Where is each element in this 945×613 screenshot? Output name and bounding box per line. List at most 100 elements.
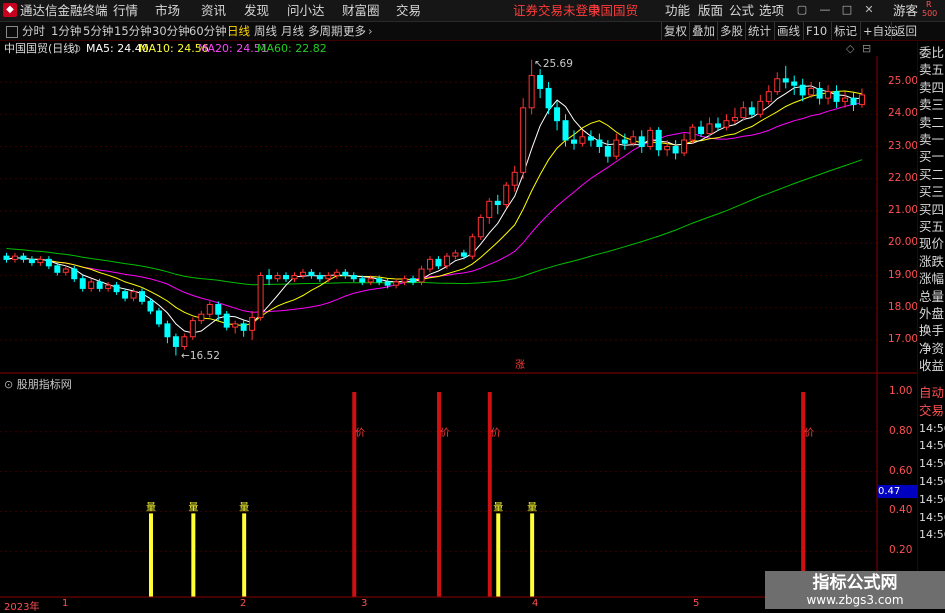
candle-down	[240, 323, 247, 331]
period-5min[interactable]: 5分钟	[83, 22, 113, 40]
quote-row-label[interactable]: 买三	[919, 183, 945, 200]
candle-down	[570, 139, 577, 144]
layout-icon[interactable]	[6, 26, 18, 38]
period-weekly[interactable]: 周线	[254, 22, 277, 40]
quote-row-label[interactable]: 买四	[919, 201, 945, 218]
menu-item-zixun[interactable]: 资讯	[201, 2, 226, 20]
tool-back[interactable]: 返回	[891, 22, 919, 40]
quote-row-label[interactable]: 委比	[919, 44, 945, 61]
menu-item-faxian[interactable]: 发现	[244, 2, 269, 20]
period-multi[interactable]: 多周期	[308, 22, 343, 40]
period-15min[interactable]: 15分钟	[114, 22, 152, 40]
quote-row-label[interactable]: 涨幅	[919, 270, 945, 287]
menu-item-caifuquan[interactable]: 财富圈	[342, 2, 380, 20]
candle-up	[664, 146, 671, 151]
minimize-icon[interactable]: —	[818, 3, 832, 17]
period-toolbar: 分时 1分钟 5分钟 15分钟 30分钟 60分钟 日线 周线 月线 多周期 更…	[0, 22, 945, 41]
tool-fuquan[interactable]: 复权	[661, 22, 689, 40]
indicator-axis-label: 0.80	[889, 424, 913, 437]
collapse-icon[interactable]: ⊟	[862, 42, 871, 56]
trade-time-label: 14:56	[919, 528, 945, 542]
candle-down	[122, 291, 129, 299]
period-1min[interactable]: 1分钟	[51, 22, 81, 40]
app-title: 通达信金融终端	[20, 3, 108, 18]
menu-item-gongneng[interactable]: 功能	[665, 2, 690, 20]
ma60-label: MA60: 22.82	[257, 42, 327, 55]
menu-item-wenxiaoda[interactable]: 问小达	[287, 2, 325, 20]
guest-user[interactable]: 游客	[893, 2, 918, 20]
quote-row-label[interactable]: 现价	[919, 235, 945, 252]
candle-up	[418, 268, 425, 283]
candle-up	[477, 216, 484, 238]
menu-item-xuanxiang[interactable]: 选项	[759, 2, 784, 20]
tool-biaoji[interactable]: 标记	[831, 22, 859, 40]
time-axis-month-4: 4	[532, 598, 539, 609]
candle-up	[274, 275, 281, 280]
more-chevron-icon[interactable]: ›	[368, 22, 373, 40]
indicator-title: 股朋指标网	[16, 378, 72, 391]
quote-row-label[interactable]: 净资	[919, 340, 945, 357]
menu-item-hangqing[interactable]: 行情	[113, 2, 138, 20]
tool-duogu[interactable]: 多股	[717, 22, 745, 40]
menu-item-banmian[interactable]: 版面	[698, 2, 723, 20]
candle-up	[579, 136, 586, 144]
quote-row-label[interactable]: 卖五	[919, 61, 945, 78]
candle-down	[172, 336, 179, 347]
window-menu-icon[interactable]: ▢	[795, 3, 809, 17]
candle-down	[155, 310, 162, 325]
quote-row-label[interactable]: 买二	[919, 166, 945, 183]
time-axis-month-5: 5	[693, 598, 700, 609]
quote-row-label[interactable]: 卖二	[919, 114, 945, 131]
candlestick-series	[3, 59, 865, 356]
candle-down	[359, 278, 366, 283]
period-60min[interactable]: 60分钟	[189, 22, 227, 40]
candle-up	[401, 278, 408, 283]
candle-down	[554, 107, 561, 122]
candle-down	[164, 323, 171, 338]
tool-f10[interactable]: F10	[803, 22, 829, 40]
close-icon[interactable]: ✕	[862, 3, 876, 17]
tool-tongji[interactable]: 统计	[745, 22, 773, 40]
quote-row-label[interactable]: 涨跌	[919, 253, 945, 270]
candle-down	[54, 265, 61, 273]
period-monthly[interactable]: 月线	[281, 22, 304, 40]
quote-row-label[interactable]: 卖三	[919, 96, 945, 113]
menu-item-shichang[interactable]: 市场	[155, 2, 180, 20]
candle-up	[249, 316, 256, 331]
tool-huaxian[interactable]: 画线	[774, 22, 802, 40]
period-fenshi[interactable]: 分时	[22, 22, 45, 40]
quote-row-label[interactable]: 卖四	[919, 79, 945, 96]
quote-row-label[interactable]: 收益	[919, 357, 945, 374]
kline-chart[interactable]: 量 量 量 价 价 价量 量 价	[0, 56, 945, 609]
maximize-icon[interactable]: □	[840, 3, 854, 17]
settings-circle-icon[interactable]: ⊙	[72, 42, 81, 56]
price-signal-bar	[487, 392, 492, 597]
candle-up	[333, 271, 340, 276]
candle-up	[299, 271, 306, 276]
period-daily[interactable]: 日线	[227, 22, 250, 40]
candle-down	[342, 271, 349, 276]
menu-item-gongshi[interactable]: 公式	[729, 2, 754, 20]
period-more[interactable]: 更多	[343, 22, 366, 40]
candle-down	[435, 258, 442, 267]
quote-row-label[interactable]: 买五	[919, 218, 945, 235]
quote-row-label[interactable]: 卖一	[919, 131, 945, 148]
candle-up	[723, 120, 730, 128]
menu-item-jiaoyi[interactable]: 交易	[396, 2, 421, 20]
diamond-icon[interactable]: ◇	[846, 42, 854, 56]
candle-up	[613, 139, 620, 157]
quote-row-label[interactable]: 买一	[919, 148, 945, 165]
candle-down	[460, 252, 467, 257]
candle-up	[630, 136, 637, 144]
quote-row-label[interactable]: 总量	[919, 288, 945, 305]
period-30min[interactable]: 30分钟	[152, 22, 190, 40]
tool-diejia[interactable]: 叠加	[689, 22, 717, 40]
quote-row-label[interactable]: 换手	[919, 322, 945, 339]
quote-row-label[interactable]: 外盘	[919, 305, 945, 322]
candle-up	[706, 123, 713, 135]
candle-down	[545, 87, 552, 109]
app-logo-icon: ◆	[3, 3, 17, 17]
indicator-settings-icon[interactable]: ⊙	[4, 378, 17, 391]
candle-up	[291, 275, 298, 280]
price-signal-bar	[436, 392, 441, 597]
